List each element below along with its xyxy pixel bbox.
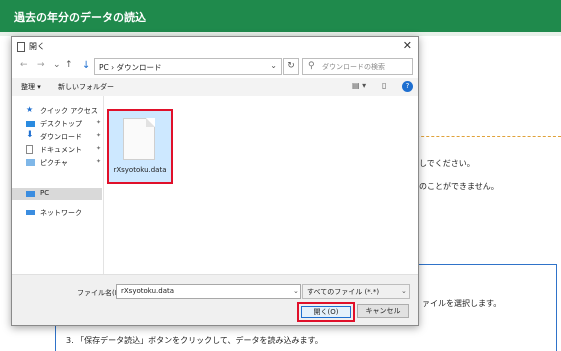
chevron-down-icon[interactable]: ⌄ [293, 287, 299, 295]
blank-file-icon [123, 118, 155, 160]
pin-icon: ✦ [96, 145, 102, 152]
sidebar-item-downloads[interactable]: ⬇ ダウンロード ✦ [16, 130, 102, 143]
web-text-line: しでください。 [419, 159, 475, 168]
cancel-button[interactable]: キャンセル [357, 304, 409, 318]
up-arrow-icon[interactable]: ↑ [65, 60, 73, 70]
dialog-titlebar: 開く ✕ [12, 37, 418, 56]
refresh-button[interactable]: ↻ [283, 58, 299, 75]
sidebar-item-label: ネットワーク [40, 209, 82, 217]
sidebar-item-label: デスクトップ [40, 120, 82, 128]
preview-pane-icon[interactable]: ▯ [382, 81, 386, 90]
web-text-line: のことができません。 [419, 182, 499, 191]
search-placeholder: ダウンロードの検索 [322, 63, 385, 71]
view-options-icon[interactable]: ▤ ▾ [352, 81, 366, 90]
open-file-dialog: 開く ✕ ← → ⌄ ↑ ↓ PC › ダウンロード ⌄ ↻ ⚲ ダウンロードの… [11, 36, 419, 326]
sidebar-item-pictures[interactable]: ピクチャ ✦ [16, 157, 102, 169]
sidebar-item-quick-access[interactable]: ★ クイック アクセス [16, 105, 100, 117]
sidebar-item-pc[interactable]: PC [12, 188, 102, 200]
star-icon: ★ [26, 105, 34, 114]
desktop-icon [26, 121, 35, 127]
forward-arrow-icon[interactable]: → [37, 60, 45, 70]
address-bar[interactable]: PC › ダウンロード ⌄ [94, 58, 282, 75]
chevron-down-icon[interactable]: ⌄ [53, 60, 61, 70]
dialog-title: 開く [29, 42, 45, 51]
chevron-down-icon[interactable]: ⌄ [270, 61, 277, 70]
file-name-label: rXsyotoku.data [113, 166, 167, 174]
document-icon [26, 145, 33, 154]
instruction-step-3: 3. 「保存データ読込」ボタンをクリックして、データを読み込みます。 [66, 336, 323, 345]
pin-icon: ✦ [96, 132, 102, 139]
command-toolbar: 整理 ▾ 新しいフォルダー ▤ ▾ ▯ ? [12, 78, 418, 96]
back-arrow-icon[interactable]: ← [20, 60, 28, 70]
network-icon [26, 210, 35, 215]
picture-icon [26, 159, 35, 166]
sidebar-item-label: クイック アクセス [40, 107, 98, 115]
new-folder-button[interactable]: 新しいフォルダー [58, 82, 114, 92]
instruction-step-2: ァイルを選択します。 [422, 299, 502, 308]
file-list: rXsyotoku.data [104, 96, 418, 274]
organize-menu[interactable]: 整理 ▾ [21, 82, 41, 92]
sidebar-item-label: ダウンロード [40, 133, 82, 141]
page: 過去の年分のデータの読込 しでください。 のことができません。 ァイルを選択しま… [0, 0, 561, 351]
sidebar-item-label: ピクチャ [40, 159, 68, 167]
help-icon[interactable]: ? [402, 81, 413, 92]
web-header: 過去の年分のデータの読込 [0, 0, 561, 32]
navigation-pane: ★ クイック アクセス デスクトップ ✦ ⬇ ダウンロード ✦ ドキュメント ✦… [12, 96, 102, 274]
dashed-divider [411, 136, 561, 137]
file-name-field[interactable]: rXsyotoku.data [116, 284, 301, 299]
pin-icon: ✦ [96, 158, 102, 165]
search-icon: ⚲ [308, 61, 315, 71]
chevron-down-icon[interactable]: ⌄ [401, 287, 407, 295]
download-arrow-icon: ↓ [82, 60, 91, 71]
file-item[interactable]: rXsyotoku.data [107, 109, 173, 184]
sidebar-item-network[interactable]: ネットワーク [16, 207, 100, 219]
open-button[interactable]: 開く(O) [301, 306, 351, 318]
page-fold [146, 118, 155, 127]
file-type-select[interactable]: すべてのファイル (*.*) [302, 284, 410, 299]
sidebar-item-desktop[interactable]: デスクトップ ✦ [16, 118, 102, 130]
file-icon [17, 42, 25, 52]
web-page-title: 過去の年分のデータの読込 [14, 11, 146, 24]
navigation-bar: ← → ⌄ ↑ ↓ PC › ダウンロード ⌄ ↻ ⚲ ダウンロードの検索 [12, 56, 418, 78]
pc-icon [26, 191, 35, 197]
sidebar-item-label: ドキュメント [40, 146, 82, 154]
close-button[interactable]: ✕ [403, 39, 412, 52]
open-button-highlight: 開く(O) [297, 302, 355, 322]
sidebar-item-label: PC [40, 189, 50, 197]
dialog-footer: ファイル名(N): rXsyotoku.data ⌄ すべてのファイル (*.*… [12, 274, 418, 325]
search-input[interactable]: ⚲ ダウンロードの検索 [302, 58, 413, 75]
pin-icon: ✦ [96, 119, 102, 126]
download-icon: ⬇ [26, 130, 34, 140]
breadcrumb[interactable]: PC › ダウンロード [99, 62, 162, 73]
sidebar-item-documents[interactable]: ドキュメント ✦ [16, 144, 102, 156]
